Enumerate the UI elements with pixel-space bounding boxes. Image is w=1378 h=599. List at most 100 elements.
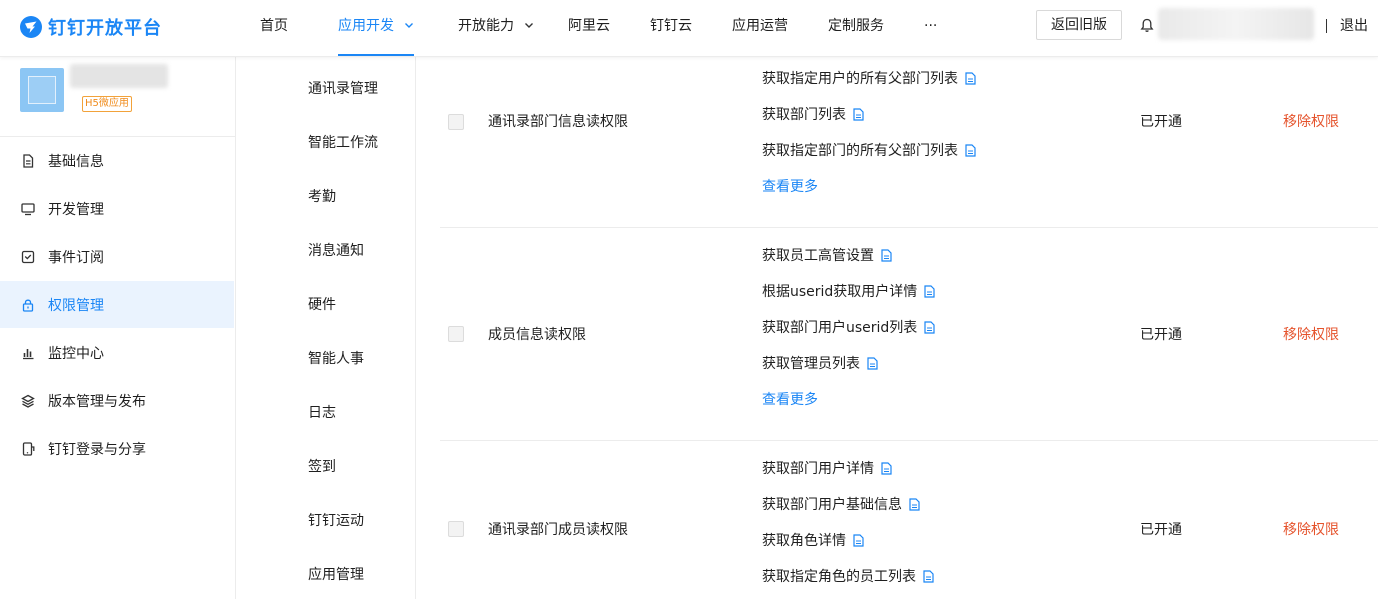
doc-link-icon bbox=[924, 320, 935, 334]
permission-checkbox[interactable] bbox=[448, 326, 464, 342]
permission-name: 通讯录部门成员读权限 bbox=[488, 522, 628, 538]
dingtalk-logo-icon bbox=[20, 16, 42, 38]
sidebar-item-label: 钉钉登录与分享 bbox=[48, 441, 146, 458]
back-to-old-version-button[interactable]: 返回旧版 bbox=[1036, 10, 1122, 40]
active-tab-indicator bbox=[338, 54, 415, 56]
api-doc-link[interactable]: 获取部门用户基础信息 bbox=[762, 494, 920, 514]
permission-name: 通讯录部门信息读权限 bbox=[488, 114, 628, 130]
permission-row: 通讯录部门成员读权限 获取部门用户详情 获取部门用户基础信息 获取角色详情 获取… bbox=[440, 441, 1378, 599]
api-doc-link[interactable]: 获取角色详情 bbox=[762, 530, 864, 550]
category-item[interactable]: 智能工作流 bbox=[308, 132, 378, 152]
category-item[interactable]: 消息通知 bbox=[308, 240, 364, 260]
sidebar-item-login-share[interactable]: 钉钉登录与分享 bbox=[0, 425, 234, 472]
api-name: 获取指定用户的所有父部门列表 bbox=[762, 71, 958, 87]
view-more-link[interactable]: 查看更多 bbox=[762, 389, 818, 409]
lock-icon bbox=[22, 299, 34, 312]
brand-name: 钉钉开放平台 bbox=[48, 18, 162, 39]
api-doc-link[interactable]: 获取部门用户详情 bbox=[762, 458, 892, 478]
api-doc-link[interactable]: 获取指定用户的所有父部门列表 bbox=[762, 68, 976, 88]
nav-item-label: 应用运营 bbox=[732, 18, 788, 34]
api-name: 获取部门列表 bbox=[762, 107, 846, 123]
sidebar-item-label: 监控中心 bbox=[48, 345, 104, 362]
permission-row: 成员信息读权限 获取员工高管设置 根据userid获取用户详情 获取部门用户us… bbox=[440, 228, 1378, 441]
bell-icon[interactable] bbox=[1140, 18, 1154, 33]
category-item[interactable]: 考勤 bbox=[308, 186, 336, 206]
doc-link-icon bbox=[853, 107, 864, 121]
api-doc-link[interactable]: 根据userid获取用户详情 bbox=[762, 281, 935, 301]
logout-link[interactable]: 退出 bbox=[1340, 0, 1368, 52]
sidebar-item-label: 事件订阅 bbox=[48, 249, 104, 266]
app-logo-image bbox=[20, 68, 64, 112]
nav-item-label: 首页 bbox=[260, 18, 288, 34]
api-name: 获取指定部门的所有父部门列表 bbox=[762, 143, 958, 159]
doc-link-icon bbox=[965, 71, 976, 85]
doc-link-icon bbox=[909, 497, 920, 511]
sidebar-item-monitoring[interactable]: 监控中心 bbox=[0, 329, 234, 376]
app-type-badge: H5微应用 bbox=[82, 96, 132, 112]
category-item[interactable]: 智能人事 bbox=[308, 348, 364, 368]
api-name: 根据userid获取用户详情 bbox=[762, 284, 918, 300]
doc-link-icon bbox=[867, 356, 878, 370]
sidebar-item-basic-info[interactable]: 基础信息 bbox=[0, 137, 234, 184]
sidebar-item-label: 开发管理 bbox=[48, 201, 104, 218]
layers-icon bbox=[21, 394, 35, 408]
nav-item-custom-service[interactable]: 定制服务 bbox=[828, 0, 884, 56]
api-doc-link[interactable]: 获取指定部门的所有父部门列表 bbox=[762, 140, 976, 160]
remove-permission-button[interactable]: 移除权限 bbox=[1283, 519, 1339, 539]
permission-checkbox[interactable] bbox=[448, 521, 464, 537]
nav-item-home[interactable]: 首页 bbox=[260, 0, 288, 56]
permission-checkbox[interactable] bbox=[448, 114, 464, 130]
permission-status: 已开通 bbox=[1140, 522, 1182, 538]
doc-link-icon bbox=[965, 143, 976, 157]
nav-item-label: 定制服务 bbox=[828, 18, 884, 34]
view-more-link[interactable]: 查看更多 bbox=[762, 176, 818, 196]
api-doc-link[interactable]: 获取管理员列表 bbox=[762, 353, 878, 373]
brand-logo[interactable]: 钉钉开放平台 bbox=[20, 12, 162, 42]
sidebar-item-permissions[interactable]: 权限管理 bbox=[0, 281, 234, 328]
nav-item-label: 开放能力 bbox=[458, 18, 514, 34]
sidebar-item-label: 权限管理 bbox=[48, 297, 104, 314]
sidebar-item-event-subscription[interactable]: 事件订阅 bbox=[0, 233, 234, 280]
api-name: 获取员工高管设置 bbox=[762, 248, 874, 264]
nav-item-dingtalk-cloud[interactable]: 钉钉云 bbox=[650, 0, 692, 56]
document-icon bbox=[23, 153, 34, 168]
api-name: 获取部门用户详情 bbox=[762, 461, 874, 477]
api-doc-link[interactable]: 获取指定角色的员工列表 bbox=[762, 566, 934, 586]
category-item[interactable]: 应用管理 bbox=[308, 564, 364, 584]
nav-item-label: 应用开发 bbox=[338, 18, 394, 34]
inbox-icon bbox=[21, 250, 35, 263]
category-item[interactable]: 硬件 bbox=[308, 294, 336, 314]
sidebar-item-version-release[interactable]: 版本管理与发布 bbox=[0, 377, 234, 424]
bar-chart-icon bbox=[23, 348, 34, 359]
doc-link-icon bbox=[924, 284, 935, 298]
user-account-blurred[interactable] bbox=[1158, 8, 1314, 40]
chevron-down-icon bbox=[405, 23, 414, 28]
nav-item-app-operations[interactable]: 应用运营 bbox=[732, 0, 788, 56]
category-item[interactable]: 通讯录管理 bbox=[308, 78, 378, 98]
remove-permission-button[interactable]: 移除权限 bbox=[1283, 111, 1339, 131]
app-name-blurred bbox=[70, 64, 168, 88]
remove-permission-button[interactable]: 移除权限 bbox=[1283, 324, 1339, 344]
api-doc-link[interactable]: 获取员工高管设置 bbox=[762, 245, 892, 265]
category-item[interactable]: 签到 bbox=[308, 456, 336, 476]
monitor-icon bbox=[21, 202, 35, 215]
permission-category-list: 通讯录管理 智能工作流 考勤 消息通知 硬件 智能人事 日志 签到 钉钉运动 应… bbox=[260, 56, 416, 599]
doc-link-icon bbox=[923, 569, 934, 583]
nav-more-button[interactable]: ··· bbox=[924, 0, 937, 56]
api-doc-link[interactable]: 获取部门用户userid列表 bbox=[762, 317, 935, 337]
permission-status: 已开通 bbox=[1140, 114, 1182, 130]
doc-link-icon bbox=[881, 461, 892, 475]
api-name: 获取管理员列表 bbox=[762, 356, 860, 372]
doc-link-icon bbox=[853, 533, 864, 547]
category-item[interactable]: 钉钉运动 bbox=[308, 510, 364, 530]
sidebar-item-dev-management[interactable]: 开发管理 bbox=[0, 185, 234, 232]
nav-item-app-dev[interactable]: 应用开发 bbox=[338, 0, 415, 56]
category-item[interactable]: 日志 bbox=[308, 402, 336, 422]
nav-item-aliyun[interactable]: 阿里云 bbox=[568, 0, 610, 56]
chevron-down-icon bbox=[525, 23, 534, 28]
app-card: H5微应用 bbox=[0, 56, 235, 137]
api-doc-link[interactable]: 获取部门列表 bbox=[762, 104, 864, 124]
nav-item-open-capabilities[interactable]: 开放能力 bbox=[458, 0, 534, 56]
top-navbar: 钉钉开放平台 首页 应用开发 开放能力 阿里云 钉钉云 应用运营 定制服务 ··… bbox=[0, 0, 1378, 57]
doc-link-icon bbox=[881, 248, 892, 262]
